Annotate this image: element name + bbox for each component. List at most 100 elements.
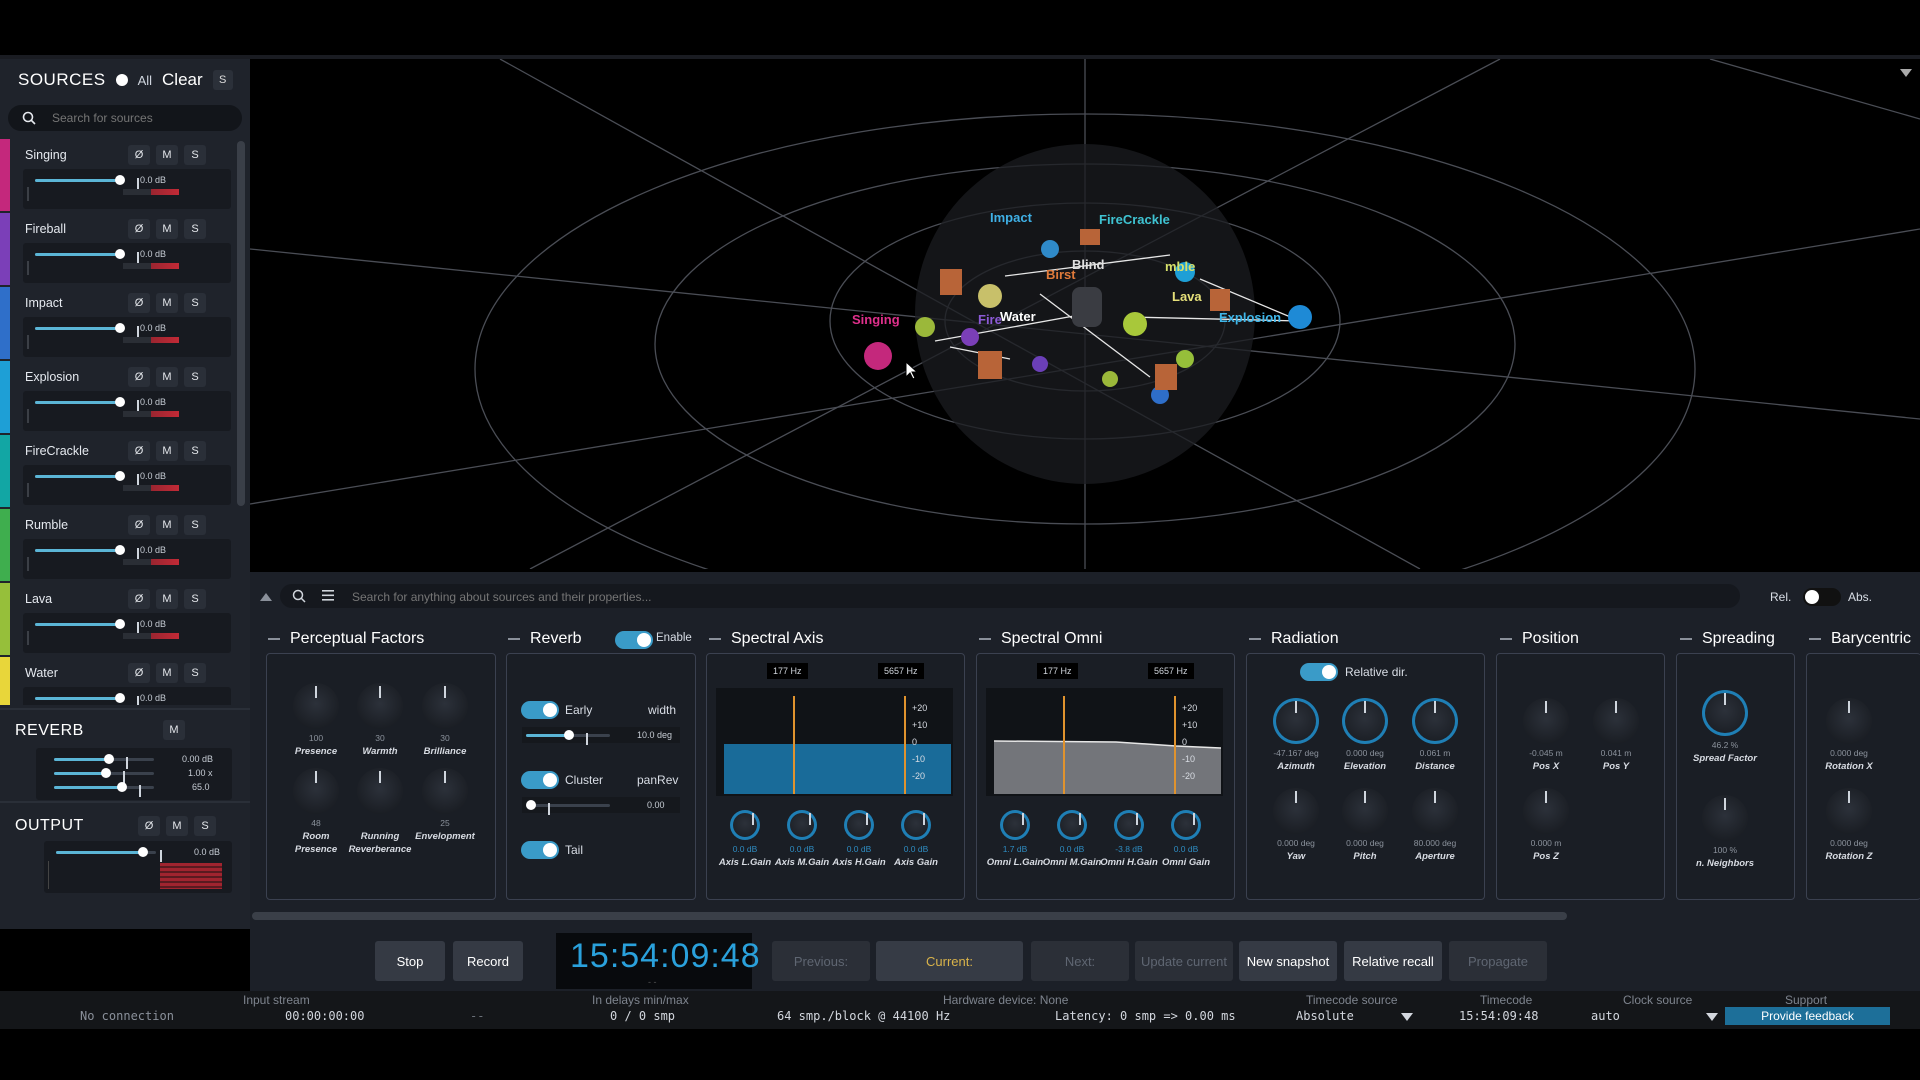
source-gain-slider[interactable]	[35, 693, 139, 705]
source-label-3d[interactable]: Impact	[990, 210, 1032, 225]
reverb-card-title[interactable]: Reverb	[508, 630, 582, 648]
scene-3d-viewport[interactable]: Impact FireCrackle Singing Water Lava Explosi…	[250, 59, 1920, 569]
spectral-axis-low-marker[interactable]	[793, 696, 795, 794]
phase-invert-button[interactable]: Ø	[128, 589, 150, 609]
clear-button[interactable]: Clear	[162, 70, 203, 90]
spectral-axis-high-marker[interactable]	[904, 696, 906, 794]
phase-invert-button[interactable]: Ø	[128, 663, 150, 683]
source-name[interactable]: Lava	[25, 592, 52, 606]
source-label-3d[interactable]: mble	[1165, 259, 1195, 274]
stop-button[interactable]: Stop	[375, 941, 445, 981]
output-gain-slider[interactable]	[56, 847, 162, 862]
solo-button[interactable]: S	[184, 441, 206, 461]
barycentric-knob[interactable]	[1826, 698, 1872, 744]
source-name[interactable]: Singing	[25, 148, 67, 162]
phase-invert-button[interactable]: Ø	[128, 367, 150, 387]
spreading-knob[interactable]	[1702, 795, 1748, 841]
mute-button[interactable]: M	[156, 589, 178, 609]
relative-dir-toggle[interactable]	[1300, 663, 1338, 681]
reverb-early-toggle[interactable]	[521, 701, 559, 719]
phase-invert-button[interactable]: Ø	[128, 219, 150, 239]
mute-button[interactable]: M	[156, 367, 178, 387]
perceptual-knob[interactable]	[357, 683, 403, 729]
current-snapshot-button[interactable]: Current:	[876, 941, 1023, 981]
spectral-omni-knob[interactable]	[1114, 810, 1144, 840]
source-gain-slider[interactable]	[35, 397, 139, 412]
property-search-input[interactable]	[350, 588, 1154, 606]
spectral-omni-high-marker[interactable]	[1174, 696, 1176, 794]
source-row[interactable]: Fireball Ø M S 0.0 dB	[0, 213, 232, 287]
spreading-knob[interactable]	[1702, 690, 1748, 736]
mute-button[interactable]: M	[156, 145, 178, 165]
sources-search[interactable]	[8, 105, 242, 131]
spectral-omni-knob[interactable]	[1171, 810, 1201, 840]
phase-invert-button[interactable]: Ø	[128, 441, 150, 461]
source-row[interactable]: Rumble Ø M S 0.0 dB	[0, 509, 232, 583]
source-name[interactable]: Impact	[25, 296, 63, 310]
position-knob[interactable]	[1523, 788, 1569, 834]
source-row[interactable]: Lava Ø M S 0.0 dB	[0, 583, 232, 657]
phase-invert-button[interactable]: Ø	[128, 293, 150, 313]
panel-horizontal-scrollbar[interactable]	[252, 912, 1567, 920]
reverb-cluster-toggle[interactable]	[521, 771, 559, 789]
filter-menu-icon[interactable]	[322, 589, 336, 602]
reverb-panrev-slider[interactable]	[526, 800, 610, 815]
source-gain-slider[interactable]	[35, 545, 139, 560]
reverb-enable-toggle[interactable]	[615, 631, 653, 649]
mute-button[interactable]: M	[156, 663, 178, 683]
source-name[interactable]: Explosion	[25, 370, 79, 384]
perceptual-knob[interactable]	[422, 683, 468, 729]
source-gain-slider[interactable]	[35, 249, 139, 264]
radiation-knob[interactable]	[1273, 788, 1319, 834]
source-row[interactable]: Water Ø M S 0.0 dB	[0, 657, 232, 705]
radiation-knob[interactable]	[1342, 698, 1388, 744]
perceptual-knob[interactable]	[422, 768, 468, 814]
mute-button[interactable]: M	[156, 219, 178, 239]
spectral-axis-knob[interactable]	[844, 810, 874, 840]
new-snapshot-button[interactable]: New snapshot	[1239, 941, 1337, 981]
hardware-device-label[interactable]: Hardware device: None	[943, 993, 1068, 1007]
output-solo-button[interactable]: S	[194, 816, 216, 836]
position-title[interactable]: Position	[1500, 630, 1579, 648]
source-gain-slider[interactable]	[35, 619, 139, 634]
barycentric-title[interactable]: Barycentric	[1809, 630, 1911, 648]
radiation-knob[interactable]	[1412, 698, 1458, 744]
reverb-gain-slider[interactable]	[54, 754, 154, 769]
mute-button[interactable]: M	[156, 293, 178, 313]
source-name[interactable]: Rumble	[25, 518, 68, 532]
radiation-knob[interactable]	[1412, 788, 1458, 834]
source-row[interactable]: Explosion Ø M S 0.0 dB	[0, 361, 232, 435]
source-name[interactable]: FireCrackle	[25, 444, 89, 458]
next-snapshot-button[interactable]: Next:	[1031, 941, 1129, 981]
reverb-param-slider[interactable]	[54, 782, 154, 797]
source-gain-slider[interactable]	[35, 323, 139, 338]
perceptual-knob[interactable]	[293, 683, 339, 729]
source-name[interactable]: Water	[25, 666, 58, 680]
solo-button[interactable]: S	[184, 367, 206, 387]
perceptual-factors-title[interactable]: Perceptual Factors	[268, 630, 424, 648]
spectral-omni-title[interactable]: Spectral Omni	[979, 630, 1102, 648]
rel-abs-toggle[interactable]	[1803, 588, 1841, 606]
timecode-source-dropdown-icon[interactable]	[1401, 1013, 1413, 1021]
relative-recall-button[interactable]: Relative recall	[1344, 941, 1442, 981]
radiation-knob[interactable]	[1273, 698, 1319, 744]
solo-all-button[interactable]: S	[212, 70, 233, 90]
source-label-3d[interactable]: FireCrackle	[1099, 212, 1170, 227]
reverb-mute-button[interactable]: M	[163, 720, 185, 740]
timecode-source-select[interactable]: Absolute	[1296, 1009, 1354, 1023]
source-label-3d[interactable]: Lava	[1172, 289, 1202, 304]
source-gain-slider[interactable]	[35, 175, 139, 190]
solo-button[interactable]: S	[184, 663, 206, 683]
source-row[interactable]: FireCrackle Ø M S 0.0 dB	[0, 435, 232, 509]
source-label-3d[interactable]: Singing	[852, 312, 900, 327]
propagate-button[interactable]: Propagate	[1449, 941, 1547, 981]
spectral-omni-knob[interactable]	[1000, 810, 1030, 840]
source-label-3d[interactable]: Blind	[1072, 257, 1105, 272]
source-label-3d[interactable]: Fire	[978, 312, 1002, 327]
source-list-scrollbar[interactable]	[237, 141, 245, 506]
output-phase-button[interactable]: Ø	[138, 816, 160, 836]
radiation-knob[interactable]	[1342, 788, 1388, 834]
spectral-axis-knob[interactable]	[730, 810, 760, 840]
mute-button[interactable]: M	[156, 441, 178, 461]
position-knob[interactable]	[1523, 698, 1569, 744]
